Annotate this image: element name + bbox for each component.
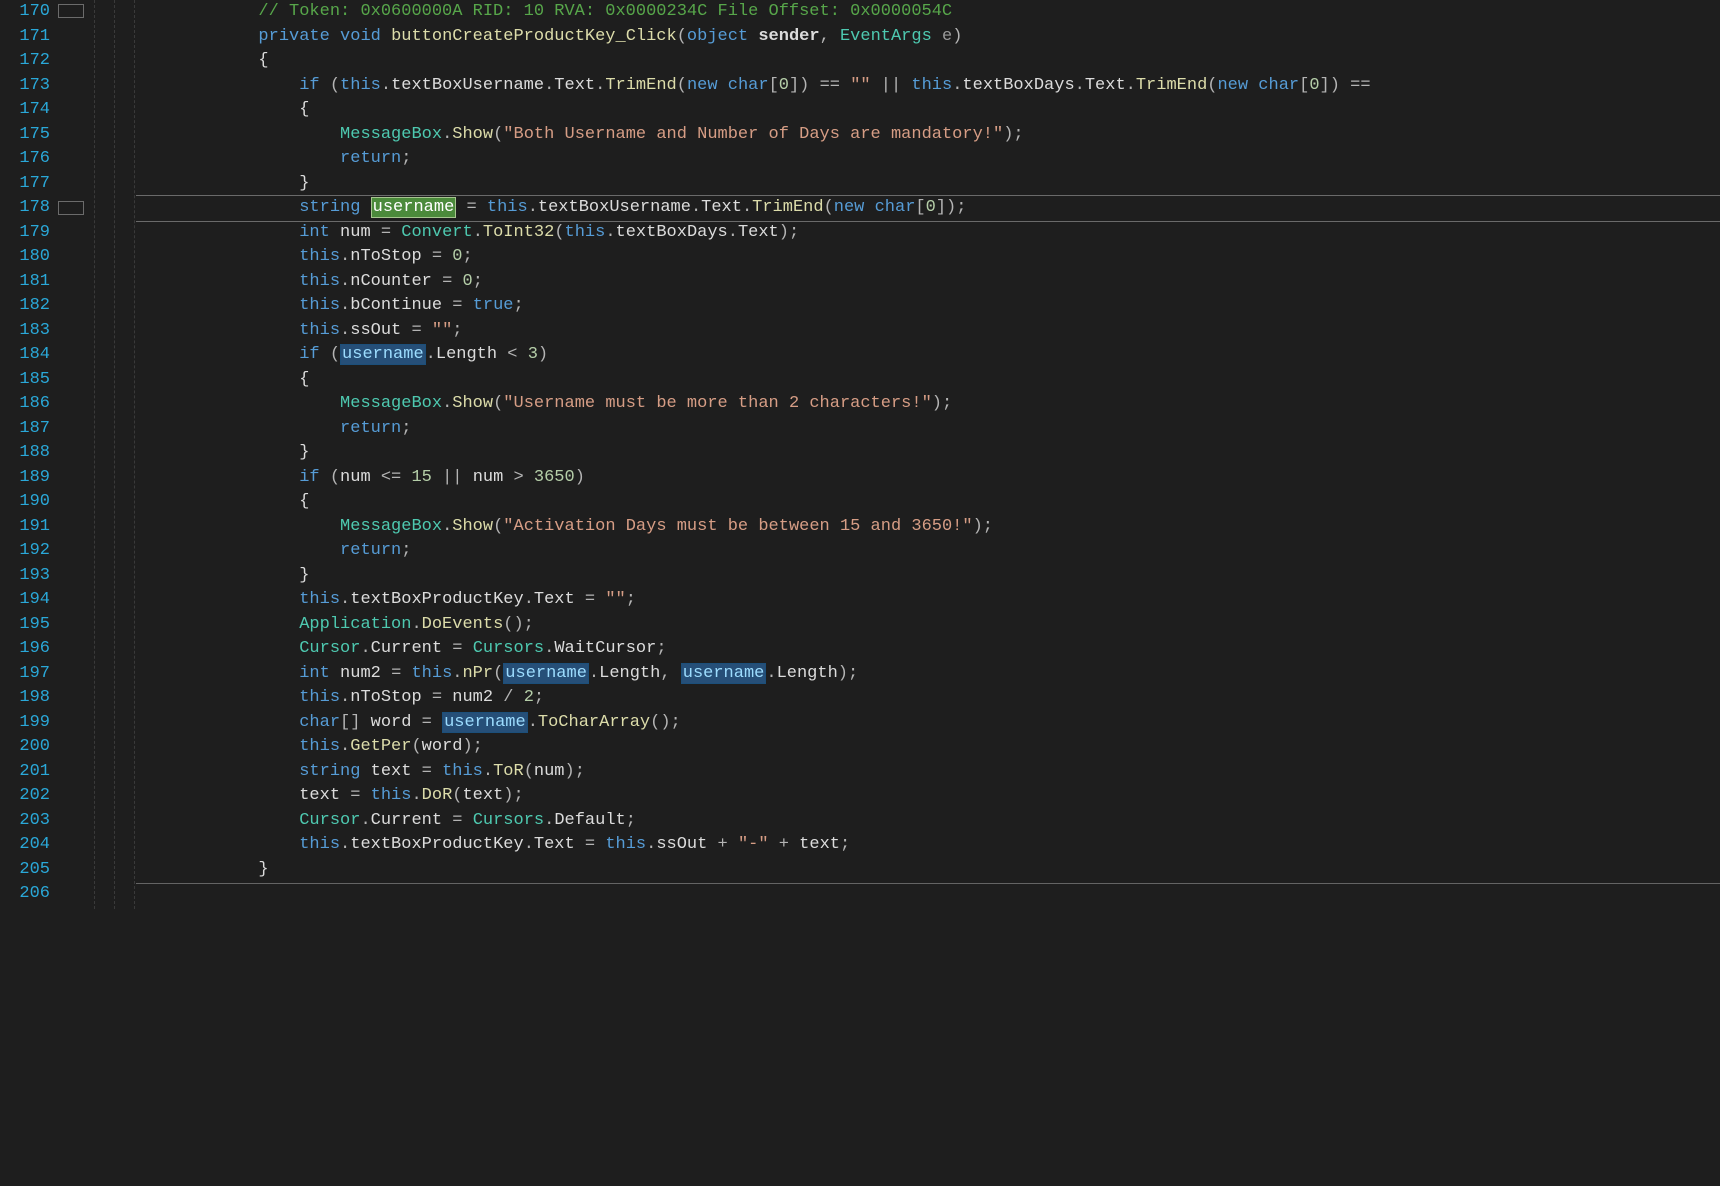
line-number: 174 [0, 98, 50, 123]
line-number: 183 [0, 319, 50, 344]
code-editor[interactable]: 1701711721731741751761771781791801811821… [0, 0, 1720, 909]
line-number: 175 [0, 123, 50, 148]
code-line[interactable]: { [136, 49, 1720, 74]
code-line[interactable]: char[] word = username.ToCharArray(); [136, 711, 1720, 736]
code-line[interactable] [136, 884, 1720, 909]
code-line[interactable]: if (num <= 15 || num > 3650) [136, 466, 1720, 491]
comment: // Token: 0x0600000A RID: 10 RVA: 0x0000… [258, 2, 952, 21]
line-number: 205 [0, 858, 50, 883]
line-number: 197 [0, 662, 50, 687]
code-line[interactable]: return; [136, 417, 1720, 442]
code-line[interactable]: MessageBox.Show("Activation Days must be… [136, 515, 1720, 540]
code-line[interactable]: int num2 = this.nPr(username.Length, use… [136, 662, 1720, 687]
line-number: 176 [0, 147, 50, 172]
line-number: 199 [0, 711, 50, 736]
code-line[interactable]: } [136, 172, 1720, 197]
code-line[interactable]: Cursor.Current = Cursors.WaitCursor; [136, 637, 1720, 662]
line-number: 190 [0, 490, 50, 515]
line-number: 173 [0, 74, 50, 99]
line-number: 203 [0, 809, 50, 834]
line-number: 202 [0, 784, 50, 809]
code-line[interactable]: { [136, 368, 1720, 393]
line-number: 206 [0, 882, 50, 907]
indent-guides [86, 0, 136, 909]
line-number: 184 [0, 343, 50, 368]
code-line[interactable]: this.ssOut = ""; [136, 319, 1720, 344]
line-number: 171 [0, 25, 50, 50]
code-line[interactable]: { [136, 98, 1720, 123]
code-line[interactable]: this.textBoxProductKey.Text = ""; [136, 588, 1720, 613]
code-area[interactable]: // Token: 0x0600000A RID: 10 RVA: 0x0000… [136, 0, 1720, 909]
line-number: 196 [0, 637, 50, 662]
code-line[interactable]: this.bContinue = true; [136, 294, 1720, 319]
line-number: 195 [0, 613, 50, 638]
line-number: 192 [0, 539, 50, 564]
code-line[interactable]: this.nCounter = 0; [136, 270, 1720, 295]
code-line[interactable]: text = this.DoR(text); [136, 784, 1720, 809]
code-line[interactable]: MessageBox.Show("Username must be more t… [136, 392, 1720, 417]
line-number: 200 [0, 735, 50, 760]
line-number: 191 [0, 515, 50, 540]
outline-marker[interactable] [58, 4, 84, 18]
code-line[interactable]: private void buttonCreateProductKey_Clic… [136, 25, 1720, 50]
code-line[interactable]: } [136, 858, 1720, 883]
code-line[interactable]: { [136, 490, 1720, 515]
code-line[interactable]: Cursor.Current = Cursors.Default; [136, 809, 1720, 834]
line-number: 189 [0, 466, 50, 491]
line-number: 188 [0, 441, 50, 466]
line-number: 194 [0, 588, 50, 613]
code-line[interactable]: return; [136, 147, 1720, 172]
outline-column [56, 0, 86, 909]
selection-match: username [442, 712, 528, 733]
line-number: 179 [0, 221, 50, 246]
code-line[interactable]: return; [136, 539, 1720, 564]
line-number: 172 [0, 49, 50, 74]
line-number: 177 [0, 172, 50, 197]
code-line[interactable]: } [136, 564, 1720, 589]
line-number: 186 [0, 392, 50, 417]
code-line[interactable]: if (username.Length < 3) [136, 343, 1720, 368]
code-line[interactable]: this.nToStop = num2 / 2; [136, 686, 1720, 711]
code-line[interactable]: int num = Convert.ToInt32(this.textBoxDa… [136, 221, 1720, 246]
code-line[interactable]: Application.DoEvents(); [136, 613, 1720, 638]
code-line[interactable]: } [136, 441, 1720, 466]
outline-marker[interactable] [58, 201, 84, 215]
code-line-current[interactable]: string username = this.textBoxUsername.T… [136, 196, 1720, 221]
line-number: 181 [0, 270, 50, 295]
line-number: 187 [0, 417, 50, 442]
selection-current: username [371, 197, 457, 218]
line-number: 185 [0, 368, 50, 393]
code-line[interactable]: MessageBox.Show("Both Username and Numbe… [136, 123, 1720, 148]
line-number: 180 [0, 245, 50, 270]
line-number-gutter: 1701711721731741751761771781791801811821… [0, 0, 56, 909]
line-number: 198 [0, 686, 50, 711]
line-number: 193 [0, 564, 50, 589]
code-line[interactable]: // Token: 0x0600000A RID: 10 RVA: 0x0000… [136, 0, 1720, 25]
code-line[interactable]: this.GetPer(word); [136, 735, 1720, 760]
selection-match: username [681, 663, 767, 684]
line-number: 182 [0, 294, 50, 319]
line-number: 201 [0, 760, 50, 785]
code-line[interactable]: this.nToStop = 0; [136, 245, 1720, 270]
line-number: 170 [0, 0, 50, 25]
code-line[interactable]: this.textBoxProductKey.Text = this.ssOut… [136, 833, 1720, 858]
line-number: 204 [0, 833, 50, 858]
code-line[interactable]: string text = this.ToR(num); [136, 760, 1720, 785]
selection-match: username [340, 344, 426, 365]
line-number: 178 [0, 196, 50, 221]
code-line[interactable]: if (this.textBoxUsername.Text.TrimEnd(ne… [136, 74, 1720, 99]
selection-match: username [503, 663, 589, 684]
